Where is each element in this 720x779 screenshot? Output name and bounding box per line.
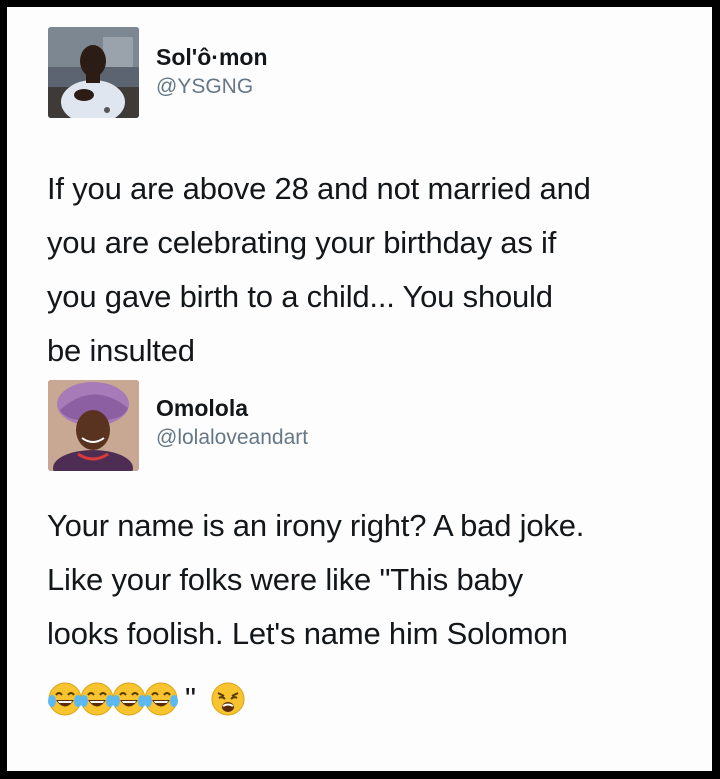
tweet-text: If you are above 28 and not married and … (47, 162, 707, 378)
tweet-text-line: If you are above 28 and not married and (47, 171, 591, 206)
tweet-text-line: you gave birth to a child... You should (47, 279, 553, 314)
weary-face-emoji (210, 681, 246, 717)
user-handle[interactable]: @lolaloveandart (156, 424, 308, 452)
avatar-solomon-image (48, 27, 139, 118)
tears-of-joy-emoji (79, 681, 115, 717)
avatar-omolola[interactable] (48, 380, 139, 471)
tears-of-joy-emoji (111, 681, 147, 717)
user-info-omolola: Omolola @lolaloveandart (156, 394, 308, 452)
screenshot-frame: Sol'ô·mon @YSGNG If you are above 28 and… (7, 7, 712, 771)
tweet-text-line: Like your folks were like "This baby (47, 562, 523, 597)
tweet-text-line: you are celebrating your birthday as if (47, 225, 557, 260)
tweet-text-line: looks foolish. Let's name him Solomon (47, 616, 568, 651)
display-name[interactable]: Omolola (156, 394, 308, 422)
emoji-row: " (47, 679, 245, 719)
closing-quote: " (185, 681, 197, 716)
tweet-text-line: be insulted (47, 333, 195, 368)
tweet-text-line: Your name is an irony right? A bad joke. (47, 508, 585, 543)
tears-of-joy-emoji (143, 681, 179, 717)
avatar-omolola-image (48, 380, 139, 471)
tweet-text: Your name is an irony right? A bad joke.… (47, 499, 707, 661)
user-handle[interactable]: @YSGNG (156, 73, 268, 101)
user-info-solomon: Sol'ô·mon @YSGNG (156, 43, 268, 101)
tears-of-joy-emoji (47, 681, 83, 717)
avatar-solomon[interactable] (48, 27, 139, 118)
display-name[interactable]: Sol'ô·mon (156, 43, 268, 71)
